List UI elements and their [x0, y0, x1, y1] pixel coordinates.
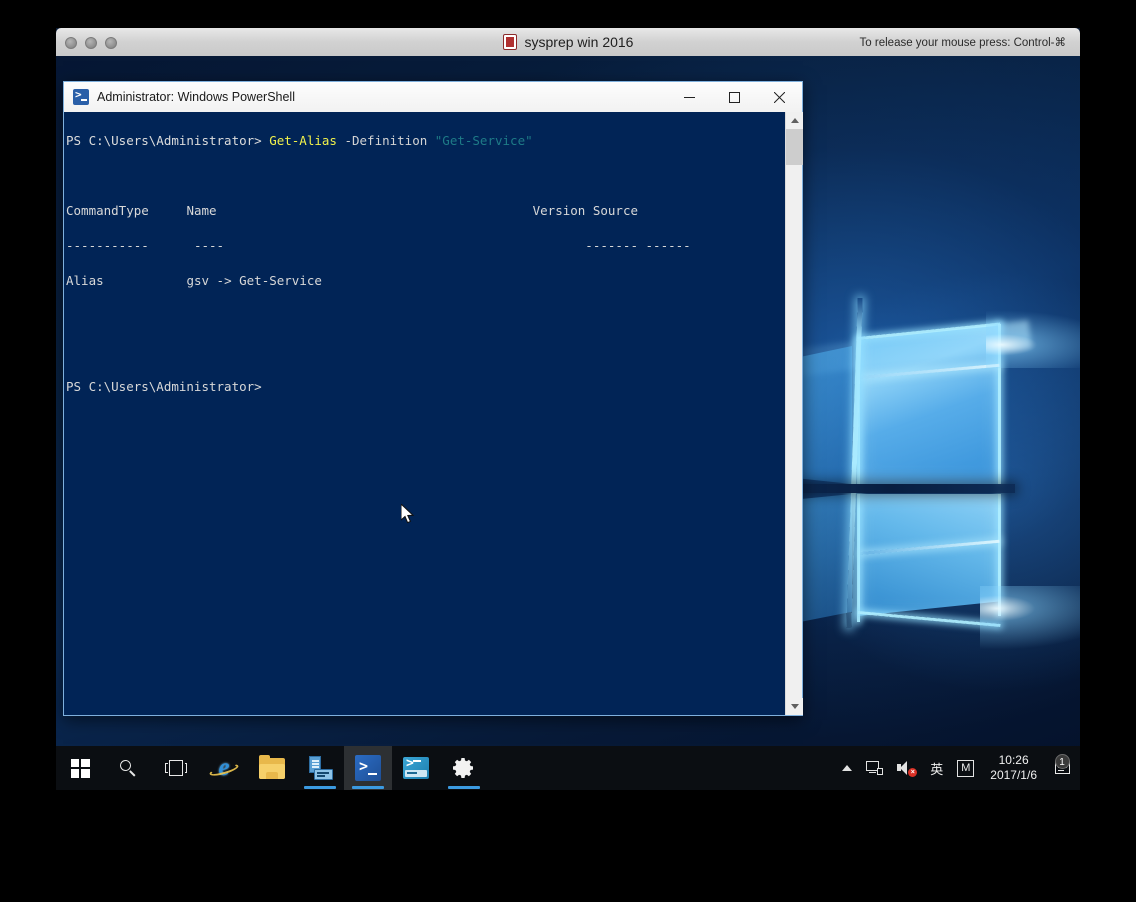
network-button[interactable] — [859, 746, 890, 790]
server-manager-button[interactable] — [296, 746, 344, 790]
running-indicator — [304, 786, 336, 789]
powershell-console[interactable]: PS C:\Users\Administrator> Get-Alias -De… — [64, 112, 802, 715]
underline-commandtype: ----------- — [66, 238, 149, 253]
underline-version: ------- — [585, 238, 638, 253]
vm-document-icon — [503, 34, 517, 50]
notification-count-badge: 1 — [1055, 754, 1070, 769]
volume-muted-icon: × — [897, 760, 916, 776]
underline-source: ------ — [646, 238, 691, 253]
task-view-icon — [165, 760, 187, 776]
console-output: PS C:\Users\Administrator> Get-Alias -De… — [66, 114, 784, 431]
vm-titlebar[interactable]: sysprep win 2016 To release your mouse p… — [56, 28, 1080, 57]
search-icon — [119, 759, 137, 777]
clock-time: 10:26 — [999, 753, 1029, 768]
powershell-icon — [73, 89, 89, 105]
tray-app-letter-icon: M — [957, 760, 974, 777]
release-mouse-hint: To release your mouse press: Control-⌘ — [860, 28, 1066, 56]
network-icon — [866, 761, 883, 776]
console-final-prompt: PS C:\Users\Administrator> — [66, 378, 784, 396]
show-hidden-icons-button[interactable] — [835, 746, 859, 790]
powershell-ise-button[interactable] — [392, 746, 440, 790]
action-center-button[interactable]: 1 — [1046, 746, 1080, 790]
powershell-minimize-button[interactable] — [667, 82, 712, 112]
tray-app-button[interactable]: M — [950, 746, 981, 790]
file-explorer-button[interactable] — [248, 746, 296, 790]
powershell-ise-icon — [403, 757, 429, 779]
volume-mute-badge: × — [908, 768, 917, 777]
prompt-text: PS C:\Users\Administrator> — [66, 133, 269, 148]
search-button[interactable] — [104, 746, 152, 790]
screenshot-root: sysprep win 2016 To release your mouse p… — [0, 0, 1136, 902]
console-command-line: PS C:\Users\Administrator> Get-Alias -De… — [66, 132, 784, 150]
header-source: Source — [593, 203, 638, 218]
powershell-close-button[interactable] — [757, 82, 802, 112]
task-view-button[interactable] — [152, 746, 200, 790]
clock-date: 2017/1/6 — [990, 768, 1037, 783]
start-button[interactable] — [56, 746, 104, 790]
powershell-window-controls — [667, 82, 802, 112]
console-scrollbar[interactable] — [785, 112, 802, 715]
running-indicator — [352, 786, 384, 789]
wallpaper-windows-logo — [800, 324, 1000, 599]
folder-icon — [259, 758, 285, 779]
ime-indicator: 英 — [930, 759, 943, 778]
window-zoom-button[interactable] — [105, 37, 117, 49]
header-name: Name — [186, 203, 216, 218]
chevron-up-icon — [842, 765, 852, 771]
powershell-titlebar[interactable]: Administrator: Windows PowerShell — [64, 82, 802, 112]
clock-button[interactable]: 10:26 2017/1/6 — [981, 746, 1046, 790]
table-header-underline-row: ----------- ---- ------- ------ — [66, 237, 784, 255]
underline-name: ---- — [194, 238, 224, 253]
command-string-argument: "Get-Service" — [435, 133, 533, 148]
powershell-maximize-button[interactable] — [712, 82, 757, 112]
internet-explorer-icon: e — [211, 755, 237, 781]
scroll-down-icon[interactable] — [786, 698, 803, 715]
scrollbar-thumb[interactable] — [786, 129, 803, 165]
command-cmdlet: Get-Alias — [269, 133, 337, 148]
table-row: Alias gsv -> Get-Service — [66, 272, 784, 290]
window-minimize-button[interactable] — [85, 37, 97, 49]
system-tray: × 英 M 10:26 2017/1/6 — [835, 746, 1080, 790]
settings-button[interactable] — [440, 746, 488, 790]
internet-explorer-button[interactable]: e — [200, 746, 248, 790]
window-close-button[interactable] — [65, 37, 77, 49]
cell-commandtype: Alias — [66, 273, 104, 288]
volume-button[interactable]: × — [890, 746, 923, 790]
cell-name: gsv -> Get-Service — [186, 273, 321, 288]
taskbar[interactable]: e — [56, 746, 1080, 790]
powershell-title: Administrator: Windows PowerShell — [97, 90, 295, 104]
scroll-up-icon[interactable] — [786, 112, 803, 129]
windows-logo-icon — [71, 759, 90, 778]
notification-icon: 1 — [1055, 761, 1072, 776]
powershell-icon — [355, 755, 381, 781]
gear-icon — [452, 756, 476, 780]
vm-window: sysprep win 2016 To release your mouse p… — [56, 28, 1080, 790]
powershell-window[interactable]: Administrator: Windows PowerShell — [63, 81, 803, 716]
server-manager-icon — [307, 756, 333, 780]
header-version: Version — [533, 203, 586, 218]
ime-button[interactable]: 英 — [923, 746, 950, 790]
vm-title: sysprep win 2016 — [525, 34, 634, 50]
windows-desktop[interactable]: Administrator: Windows PowerShell — [56, 56, 1080, 790]
powershell-button[interactable] — [344, 746, 392, 790]
running-indicator — [448, 786, 480, 789]
table-header-row: CommandType Name Version Source — [66, 202, 784, 220]
command-parameter: -Definition — [337, 133, 435, 148]
header-commandtype: CommandType — [66, 203, 149, 218]
